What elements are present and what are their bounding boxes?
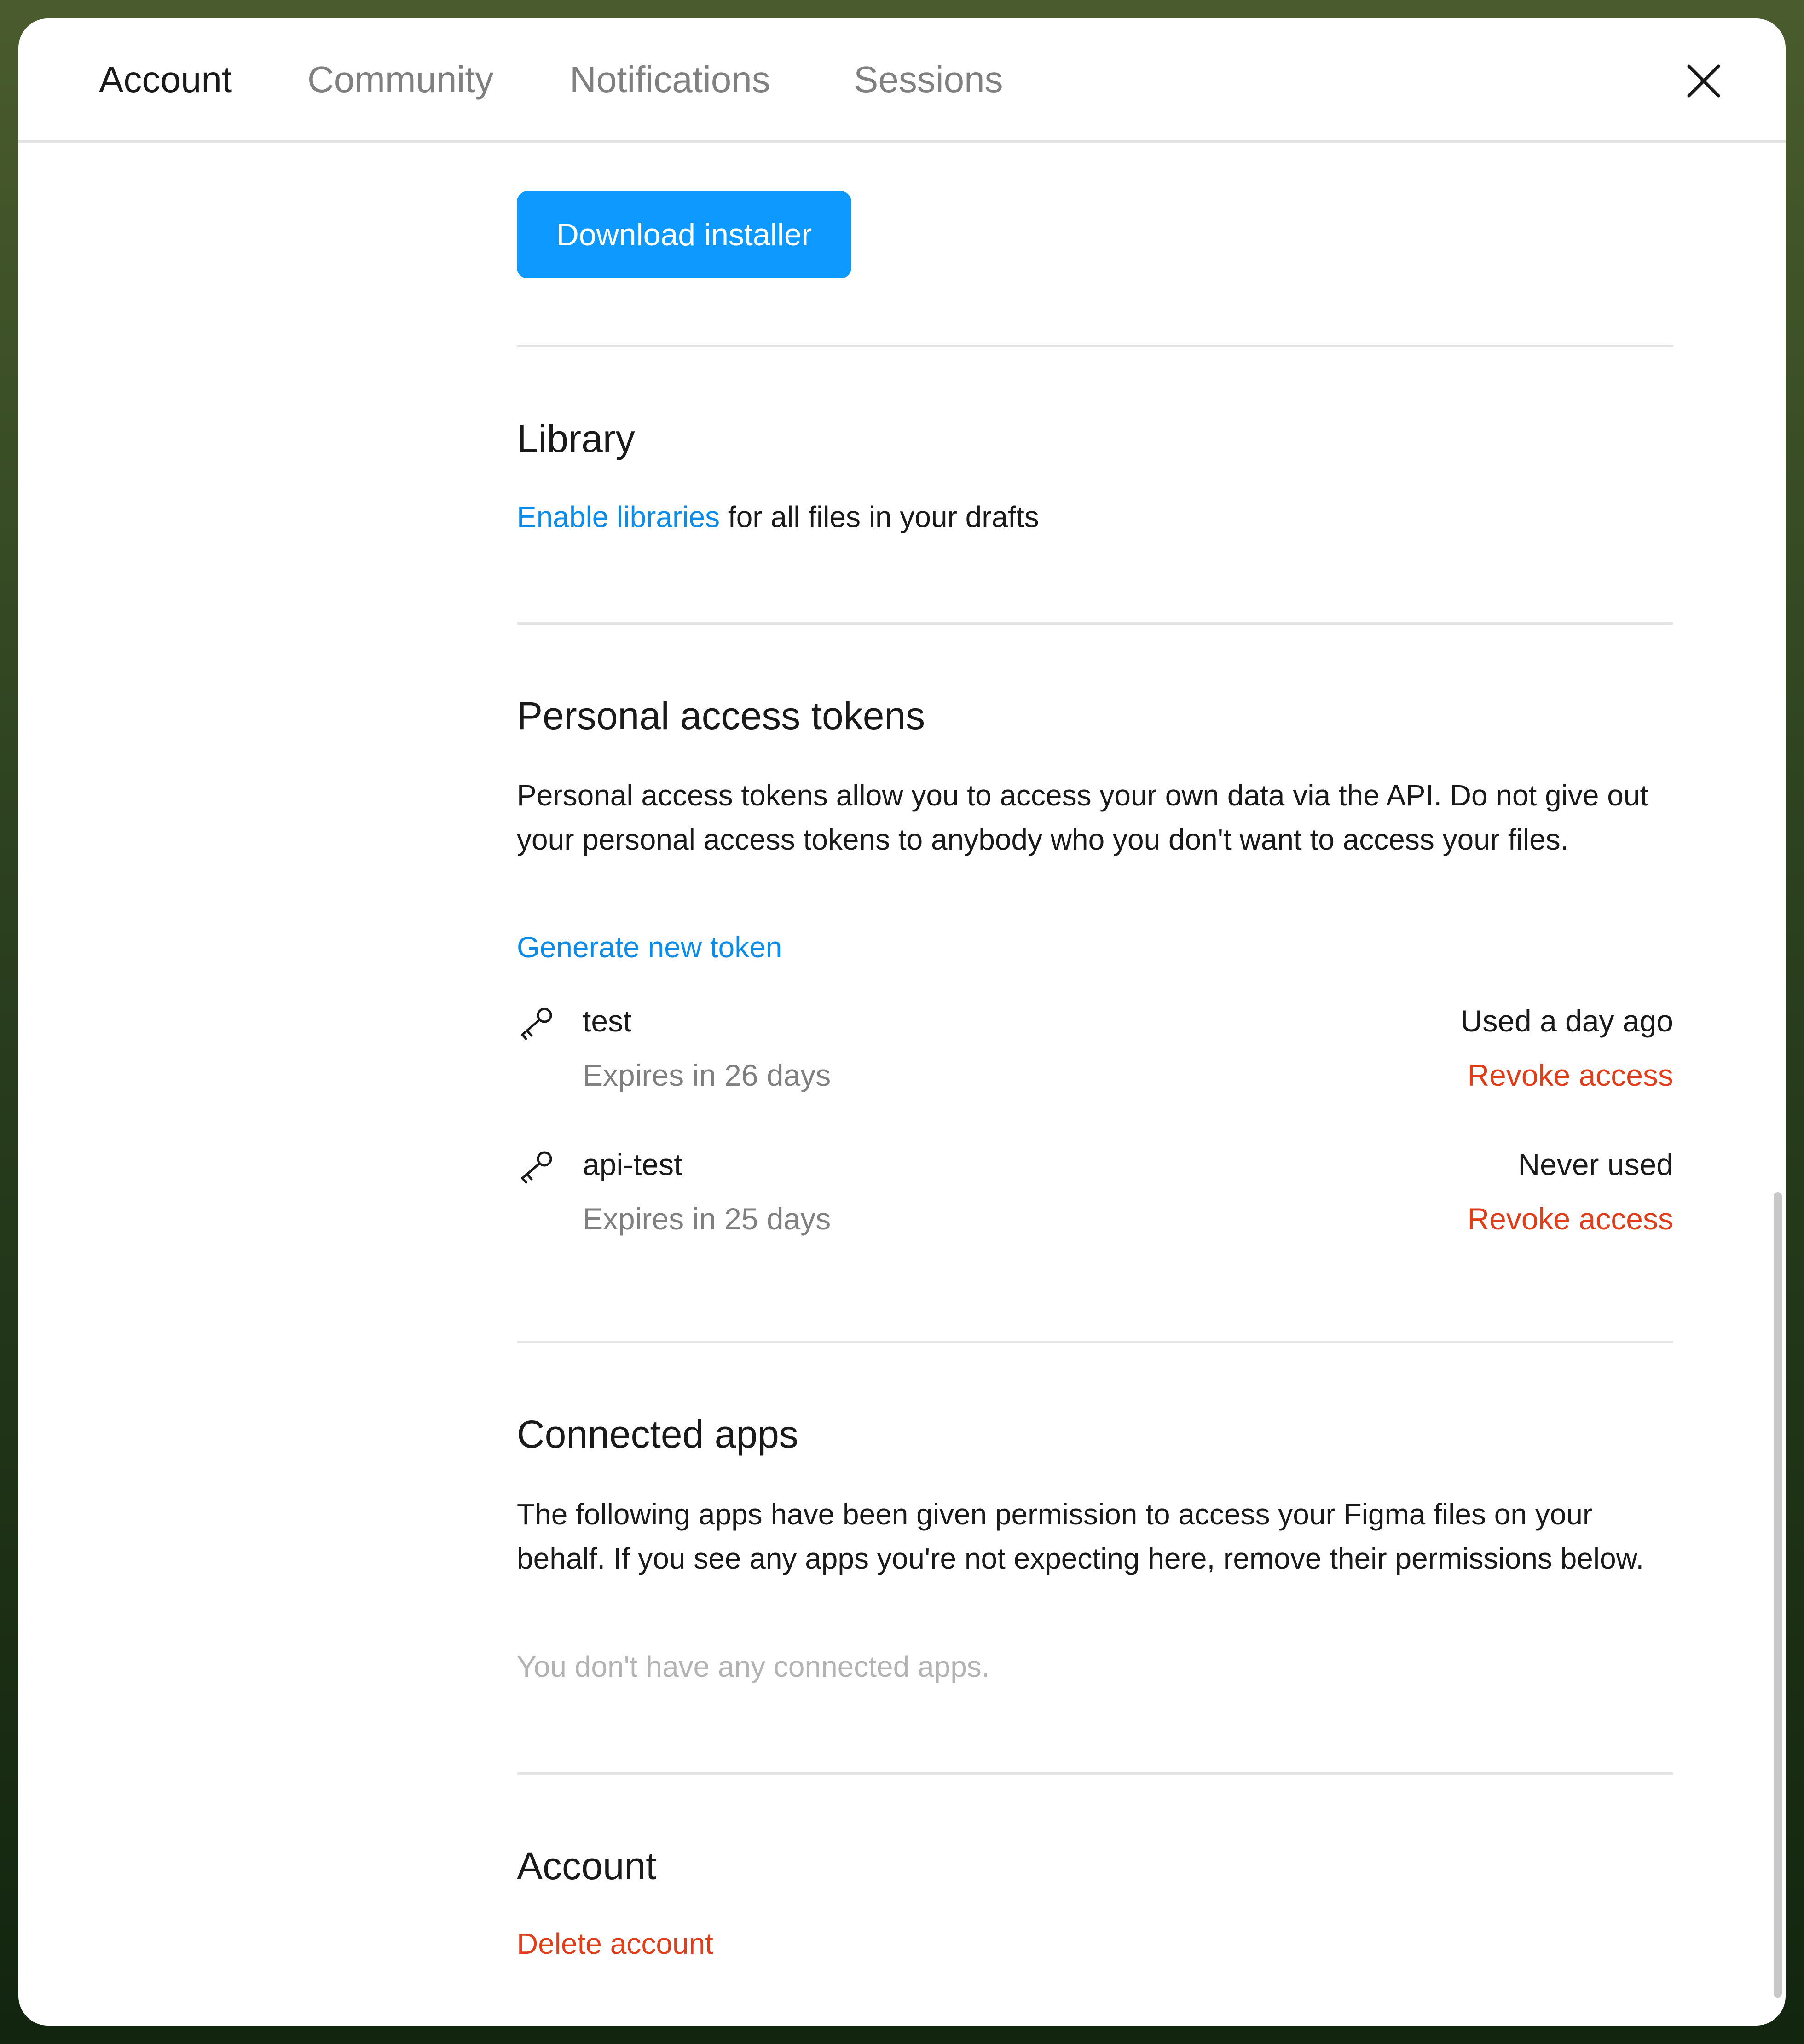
account-heading: Account	[517, 1844, 657, 1888]
enable-libraries-link[interactable]: Enable libraries	[517, 500, 720, 533]
token-name: test	[583, 1004, 632, 1038]
library-heading: Library	[517, 417, 635, 460]
settings-header: Account Community Notifications Sessions	[18, 18, 1786, 143]
download-installer-button[interactable]: Download installer	[517, 191, 851, 278]
token-expiry: Expires in 25 days	[583, 1202, 831, 1236]
tokens-heading: Personal access tokens	[517, 694, 925, 737]
connected-apps-description: The following apps have been given permi…	[517, 1498, 1644, 1575]
settings-modal: Account Community Notifications Sessions…	[18, 18, 1786, 2026]
tab-community[interactable]: Community	[307, 54, 494, 105]
token-row: api-test Expires in 25 days Never used R…	[517, 1141, 1673, 1257]
connected-apps-empty: You don't have any connected apps.	[517, 1650, 990, 1683]
key-icon	[517, 1002, 558, 1044]
library-text-rest: for all files in your drafts	[720, 500, 1039, 533]
revoke-access-link[interactable]: Revoke access	[1467, 1196, 1673, 1242]
close-icon[interactable]	[1682, 59, 1726, 103]
token-last-used: Used a day ago	[1460, 1004, 1673, 1038]
token-row: test Expires in 26 days Used a day ago R…	[517, 998, 1673, 1113]
generate-token-link[interactable]: Generate new token	[517, 925, 782, 969]
connected-apps-heading: Connected apps	[517, 1413, 798, 1456]
section-divider	[517, 345, 1673, 347]
token-name: api-test	[583, 1147, 682, 1181]
tokens-description: Personal access tokens allow you to acce…	[517, 779, 1648, 856]
section-divider	[517, 622, 1673, 625]
key-icon	[517, 1146, 558, 1187]
library-text: Enable libraries for all files in your d…	[517, 495, 1673, 539]
token-last-used: Never used	[1518, 1147, 1673, 1181]
tab-notifications[interactable]: Notifications	[570, 54, 770, 105]
tab-account[interactable]: Account	[99, 54, 232, 105]
revoke-access-link[interactable]: Revoke access	[1467, 1052, 1673, 1098]
tab-sessions[interactable]: Sessions	[854, 54, 1003, 105]
scrollbar[interactable]	[1774, 1192, 1782, 1998]
section-divider	[517, 1772, 1673, 1775]
section-divider	[517, 1341, 1673, 1343]
delete-account-link[interactable]: Delete account	[517, 1922, 713, 1966]
token-expiry: Expires in 26 days	[583, 1058, 831, 1092]
